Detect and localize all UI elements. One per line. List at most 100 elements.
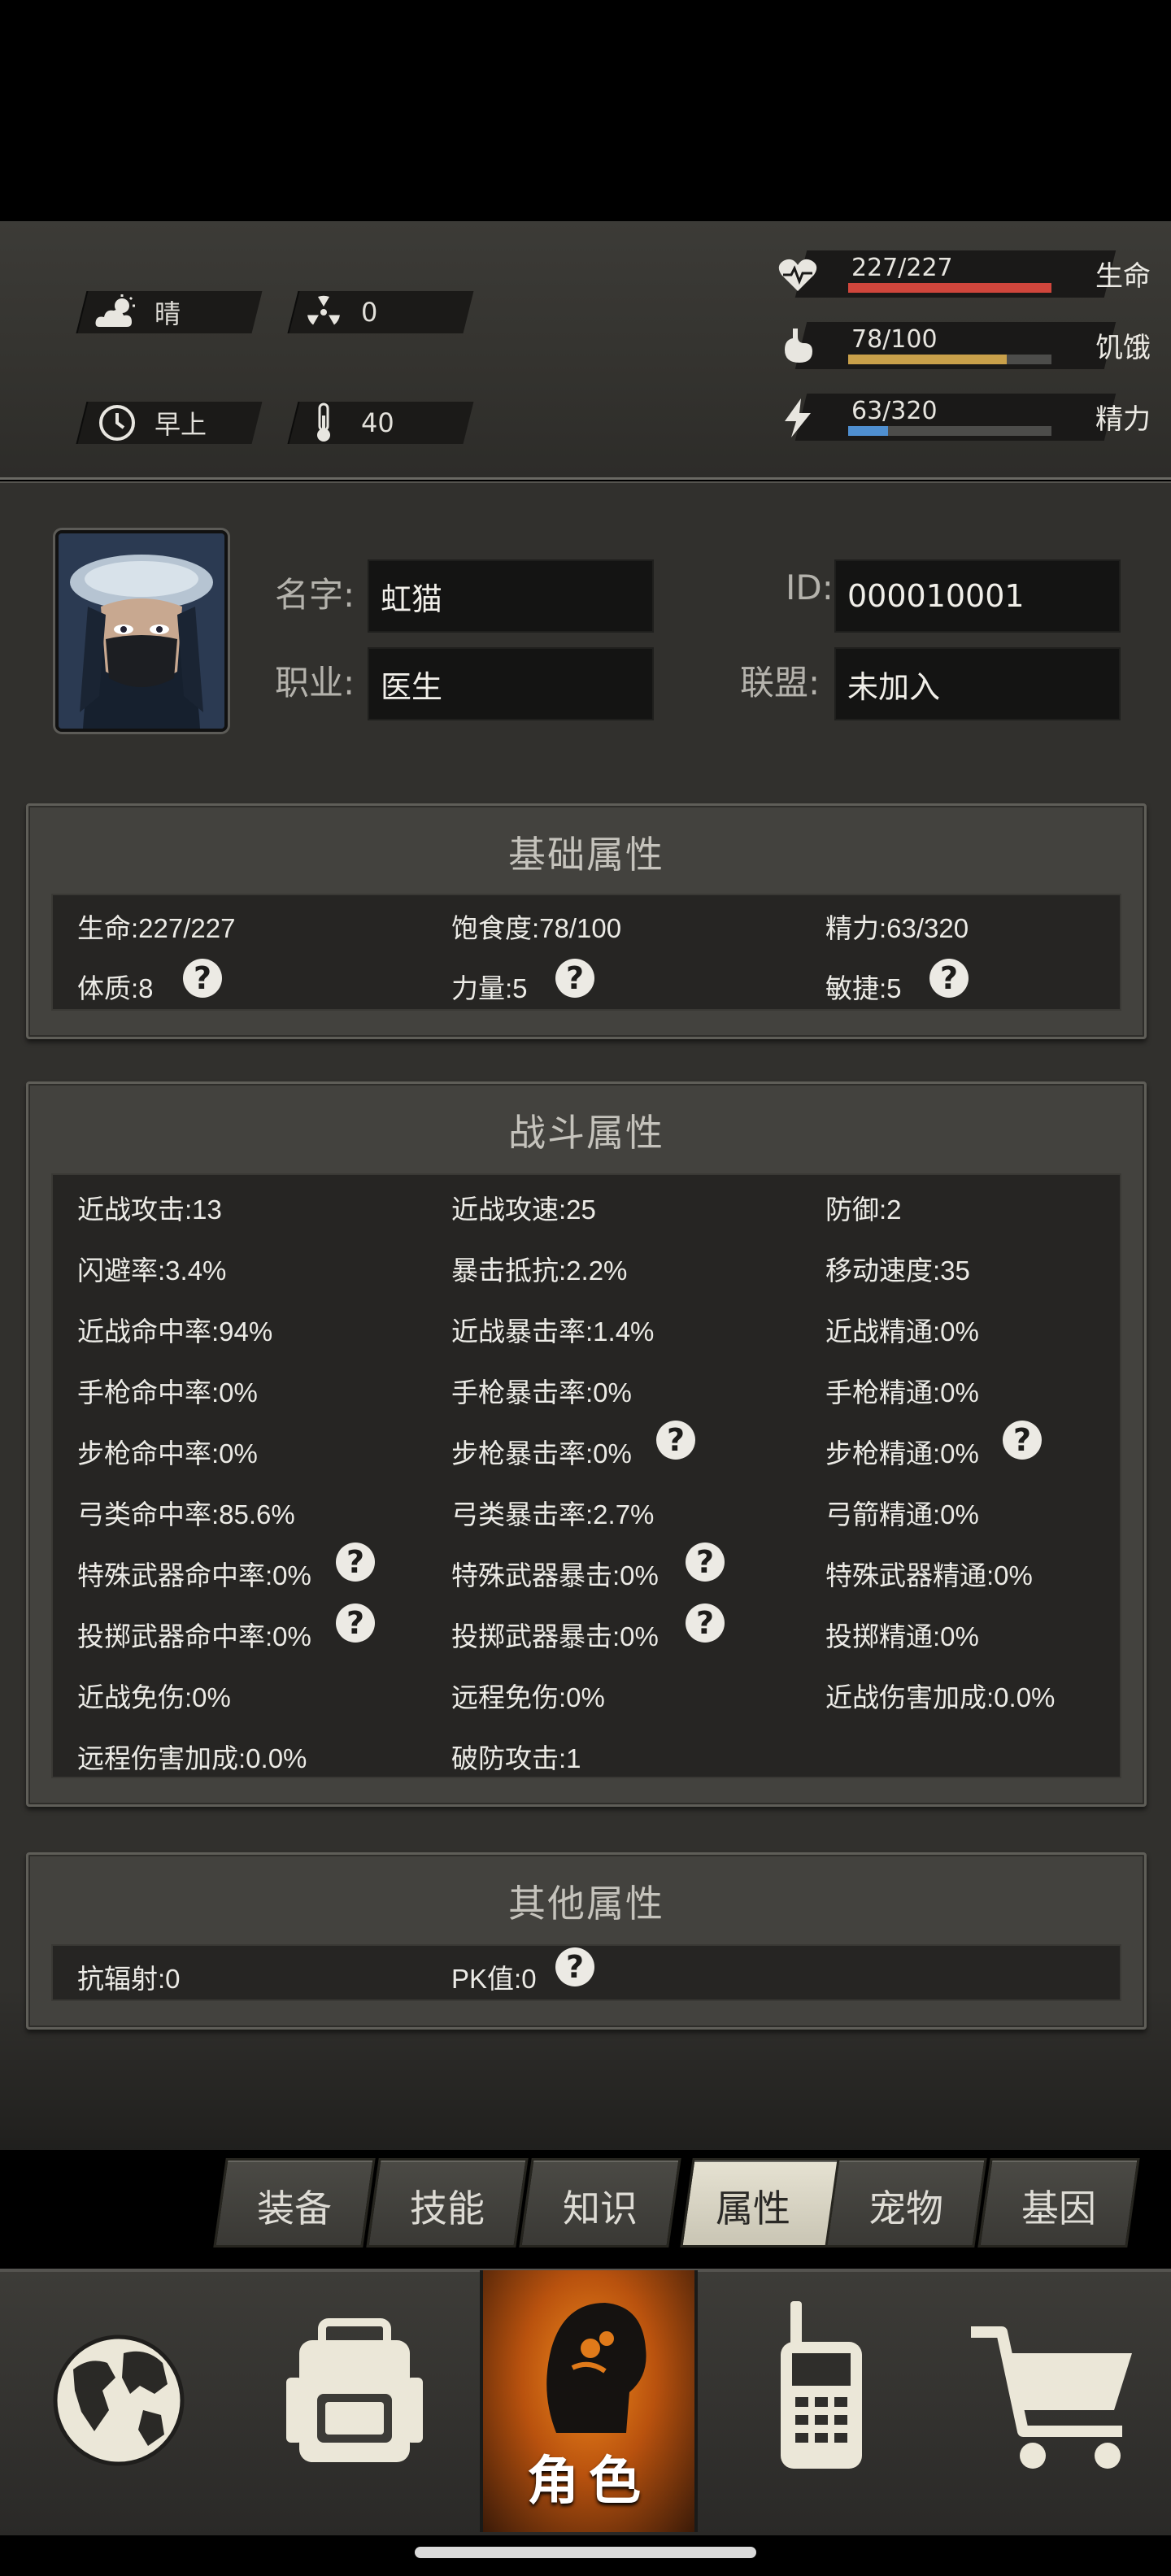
time-pill: 早上 xyxy=(94,402,207,444)
walkie-talkie-icon xyxy=(781,2301,862,2469)
stat-dodge: 闪避率:3.4% xyxy=(77,1255,227,1286)
rifle-crit-help-icon[interactable]: ? xyxy=(656,1421,695,1460)
hp-label: 生命 xyxy=(1095,260,1151,293)
stat-move-speed: 移动速度:35 xyxy=(825,1255,970,1286)
stat-throw-mastery: 投掷精通:0% xyxy=(825,1621,979,1651)
nav-world-button[interactable] xyxy=(24,2272,252,2539)
stat-energy: 精力:63/320 xyxy=(825,913,969,943)
special-hit-help-icon[interactable]: ? xyxy=(336,1543,375,1582)
energy-bar xyxy=(848,426,1051,436)
tab-skills[interactable]: 技能 xyxy=(372,2179,522,2233)
energy-label: 精力 xyxy=(1095,403,1151,436)
cloud-sun-icon xyxy=(94,294,140,330)
stat-throw-hit: 投掷武器命中率:0% xyxy=(77,1621,311,1651)
stat-melee-damage-bonus: 近战伤害加成:0.0% xyxy=(825,1682,1056,1712)
stat-rifle-hit: 步枪命中率:0% xyxy=(77,1438,258,1469)
tab-pets[interactable]: 宠物 xyxy=(831,2179,981,2233)
stat-ranged-reduction: 远程免伤:0% xyxy=(451,1682,605,1712)
stat-constitution: 体质:8 xyxy=(77,973,154,1003)
energy-value: 63/320 xyxy=(851,397,938,425)
stat-melee-speed: 近战攻速:25 xyxy=(451,1194,596,1225)
temperature-pill: 40 xyxy=(301,402,394,444)
stat-special-mastery: 特殊武器精通:0% xyxy=(825,1560,1033,1590)
character-icon xyxy=(546,2303,646,2433)
other-attributes-title: 其他属性 xyxy=(508,1882,664,1925)
home-indicator[interactable] xyxy=(415,2547,756,2558)
energy-stat: 63/320 精力 xyxy=(777,394,1151,442)
throw-crit-help-icon[interactable]: ? xyxy=(686,1603,725,1643)
stat-bow-hit: 弓类命中率:85.6% xyxy=(77,1499,295,1530)
job-field: 医生 xyxy=(368,647,654,720)
radiation-pill: 0 xyxy=(301,291,377,333)
basic-attributes-panel: 基础属性 生命:227/227 饱食度:78/100 精力:63/320 体质:… xyxy=(26,803,1147,1039)
avatar[interactable] xyxy=(55,530,228,732)
other-attributes-panel: 其他属性 抗辐射:0 PK值:0 ? xyxy=(26,1852,1147,2030)
avatar-portrait-icon xyxy=(59,533,224,729)
tab-equipment[interactable]: 装备 xyxy=(220,2179,369,2233)
world-globe-icon xyxy=(53,2334,185,2466)
clock-icon xyxy=(94,403,140,442)
pk-help-icon[interactable]: ? xyxy=(555,1947,594,1986)
hunger-label: 饥饿 xyxy=(1095,332,1151,364)
hp-value: 227/227 xyxy=(851,254,953,282)
nav-character-label: 角色 xyxy=(527,2452,651,2512)
hp-bar xyxy=(848,283,1051,293)
stat-ranged-damage-bonus: 远程伤害加成:0.0% xyxy=(77,1743,307,1773)
tab-attributes[interactable]: 属性 xyxy=(678,2179,828,2233)
stat-melee-attack: 近战攻击:13 xyxy=(77,1194,222,1225)
temperature-value: 40 xyxy=(361,407,394,438)
hunger-stat: 78/100 饥饿 xyxy=(777,322,1151,371)
stat-pistol-hit: 手枪命中率:0% xyxy=(77,1377,258,1408)
stat-armor-break: 破防攻击:1 xyxy=(451,1743,581,1773)
name-field: 虹猫 xyxy=(368,559,654,633)
stat-radiation-resist: 抗辐射:0 xyxy=(77,1964,181,1994)
stat-rifle-mastery: 步枪精通:0% xyxy=(825,1438,979,1469)
throw-hit-help-icon[interactable]: ? xyxy=(336,1603,375,1643)
hunger-value: 78/100 xyxy=(851,325,938,354)
combat-attributes-title: 战斗属性 xyxy=(508,1111,664,1155)
stat-melee-mastery: 近战精通:0% xyxy=(825,1316,979,1347)
status-bar: 晴 0 早上 40 227/227 生命 78/100 饥饿 63/320 精力 xyxy=(0,221,1171,668)
lightning-icon xyxy=(777,397,819,439)
stat-pk-value: PK值:0 xyxy=(451,1964,537,1994)
special-crit-help-icon[interactable]: ? xyxy=(686,1543,725,1582)
basic-attributes-title: 基础属性 xyxy=(508,833,664,877)
nav-backpack-button[interactable] xyxy=(257,2272,485,2539)
combat-attributes-panel: 战斗属性 近战攻击:13 近战攻速:25 防御:2 闪避率:3.4% 暴击抵抗:… xyxy=(26,1081,1147,1807)
id-label: ID: xyxy=(786,568,834,607)
name-label: 名字: xyxy=(275,575,355,615)
stat-crit-resist: 暴击抵抗:2.2% xyxy=(451,1255,628,1286)
stomach-icon xyxy=(777,325,819,368)
strength-help-icon[interactable]: ? xyxy=(555,959,594,998)
stat-rifle-crit: 步枪暴击率:0% xyxy=(451,1438,632,1469)
alliance-field: 未加入 xyxy=(834,647,1121,720)
radiation-icon xyxy=(301,294,346,330)
stat-melee-hit: 近战命中率:94% xyxy=(77,1316,273,1347)
job-label: 职业: xyxy=(275,663,355,703)
nav-radio-button[interactable] xyxy=(724,2272,951,2539)
stat-special-hit: 特殊武器命中率:0% xyxy=(77,1560,311,1590)
stat-melee-reduction: 近战免伤:0% xyxy=(77,1682,231,1712)
agility-help-icon[interactable]: ? xyxy=(929,959,969,998)
thermometer-icon xyxy=(301,402,346,443)
hunger-bar xyxy=(848,355,1051,364)
shop-cart-icon xyxy=(971,2326,1132,2469)
stat-special-crit: 特殊武器暴击:0% xyxy=(451,1560,659,1590)
stat-throw-crit: 投掷武器暴击:0% xyxy=(451,1621,659,1651)
tab-knowledge[interactable]: 知识 xyxy=(525,2179,675,2233)
heart-pulse-icon xyxy=(777,254,819,296)
stat-bow-mastery: 弓箭精通:0% xyxy=(825,1499,979,1530)
rifle-mastery-help-icon[interactable]: ? xyxy=(1003,1421,1042,1460)
backpack-icon xyxy=(286,2318,423,2462)
stat-strength: 力量:5 xyxy=(451,973,528,1003)
weather-text: 晴 xyxy=(155,298,181,329)
stat-agility: 敏捷:5 xyxy=(825,973,902,1003)
hp-stat: 227/227 生命 xyxy=(777,250,1151,299)
tab-genes[interactable]: 基因 xyxy=(984,2179,1134,2233)
stat-melee-crit: 近战暴击率:1.4% xyxy=(451,1316,655,1347)
weather-pill: 晴 xyxy=(94,291,181,333)
stat-defense: 防御:2 xyxy=(825,1194,902,1225)
constitution-help-icon[interactable]: ? xyxy=(183,959,222,998)
radiation-value: 0 xyxy=(361,297,378,328)
nav-shop-button[interactable] xyxy=(951,2272,1171,2539)
